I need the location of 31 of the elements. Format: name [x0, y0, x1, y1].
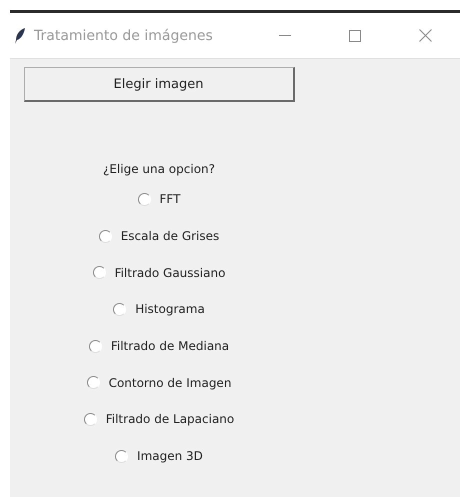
radio-circle[interactable]	[88, 340, 102, 353]
option-label: Filtrado Gaussiano	[114, 266, 226, 280]
maximize-icon	[349, 30, 361, 42]
feather-icon	[14, 26, 26, 44]
option-label: Filtrado de Lapaciano	[106, 412, 234, 426]
window-title: Tratamiento de imágenes	[34, 28, 214, 44]
option-label: FFT	[160, 192, 180, 206]
radio-option[interactable]: Filtrado Gaussiano	[92, 254, 226, 292]
radio-circle[interactable]	[113, 302, 126, 316]
close-icon	[418, 29, 432, 42]
radio-option[interactable]: Imagen 3D	[115, 438, 203, 474]
radio-option[interactable]: Filtrado de Lapaciano	[84, 401, 234, 438]
radio-option[interactable]: Contorno de Imagen	[86, 364, 232, 402]
option-label: Contorno de Imagen	[108, 376, 232, 390]
radio-option[interactable]: Filtrado de Mediana	[88, 328, 230, 364]
radio-circle[interactable]	[98, 230, 112, 243]
option-label: Histograma	[135, 302, 205, 316]
radio-circle[interactable]	[115, 450, 128, 463]
radio-circle[interactable]	[92, 266, 106, 280]
minimize-icon	[279, 34, 291, 36]
option-label: Filtrado de Mediana	[110, 339, 230, 354]
radio-option[interactable]: Escala de Grises	[98, 218, 220, 254]
question-label: ¿Elige una opcion?	[102, 161, 216, 178]
choose-image-button[interactable]: Elegir imagen	[24, 67, 294, 102]
radio-circle[interactable]	[138, 192, 151, 206]
radio-circle[interactable]	[86, 376, 100, 390]
radio-option[interactable]: FFT	[138, 181, 180, 218]
option-label: Imagen 3D	[137, 449, 203, 464]
radio-option[interactable]: Histograma	[113, 291, 205, 328]
radio-circle[interactable]	[84, 412, 97, 426]
option-label: Escala de Grises	[120, 229, 220, 244]
